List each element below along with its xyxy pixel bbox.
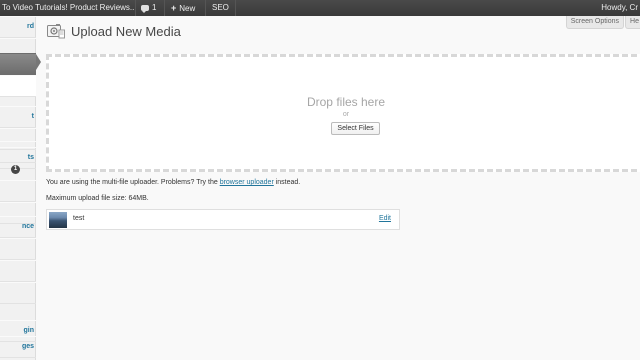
sidebar-item-pages-extra[interactable]: ges (0, 336, 36, 358)
sidebar-item-dashboard[interactable]: rd (0, 16, 36, 38)
new-label: New (179, 4, 196, 13)
comments-count: 1 (152, 3, 157, 12)
sidebar-item-links[interactable]: t (0, 106, 36, 128)
or-text: or (342, 111, 350, 118)
sidebar-item-media[interactable] (0, 53, 36, 75)
comments-link[interactable]: 1 (141, 0, 156, 16)
media-item: test Edit (46, 209, 400, 230)
select-files-button[interactable]: Select Files (331, 122, 380, 135)
admin-bar-divider (235, 0, 236, 16)
media-filename: test (73, 215, 85, 222)
admin-bar-divider (164, 0, 165, 16)
admin-bar-divider (205, 0, 206, 16)
help-button[interactable]: He (625, 16, 640, 29)
screen-options-button[interactable]: Screen Options (565, 16, 624, 29)
uploader-info-prefix: You are using the multi-file uploader. P… (46, 179, 218, 186)
admin-bar: To Video Tutorials! Product Reviews... 1… (0, 0, 640, 16)
account-menu-link[interactable]: Howdy, Cr (601, 0, 638, 16)
uploader-info-suffix: instead. (275, 179, 301, 186)
admin-bar-divider (135, 0, 136, 16)
sidebar-item-blank (0, 180, 36, 202)
media-edit-link[interactable]: Edit (379, 215, 391, 222)
sidebar-item-plugins[interactable] (0, 238, 36, 260)
page-title: Upload New Media (71, 24, 181, 39)
drop-files-text: Drop files here (306, 95, 386, 109)
site-name-link[interactable]: To Video Tutorials! Product Reviews... (2, 0, 137, 16)
current-menu-arrow-icon (36, 54, 41, 70)
drag-drop-area[interactable]: Drop files here or Select Files (46, 54, 640, 172)
sidebar-item-tools[interactable] (0, 282, 36, 304)
seo-menu-link[interactable]: SEO (212, 0, 229, 16)
media-thumbnail (49, 212, 67, 228)
max-upload-size-text: Maximum upload file size: 64MB. (46, 195, 149, 202)
new-content-link[interactable]: + New (171, 0, 195, 16)
plus-icon: + (171, 3, 177, 13)
sidebar-subitem-library[interactable] (0, 75, 36, 97)
browser-uploader-link[interactable]: browser uploader (220, 179, 274, 186)
sidebar-item-users[interactable] (0, 260, 36, 282)
sidebar-item-appearance[interactable]: nce (0, 216, 36, 238)
uploader-info-text: You are using the multi-file uploader. P… (46, 179, 300, 186)
media-upload-icon (47, 24, 65, 39)
comment-bubble-icon (141, 5, 149, 13)
admin-sidebar: rd t ts nce gin ges 1 (0, 16, 36, 360)
comments-count-badge: 1 (11, 165, 20, 174)
